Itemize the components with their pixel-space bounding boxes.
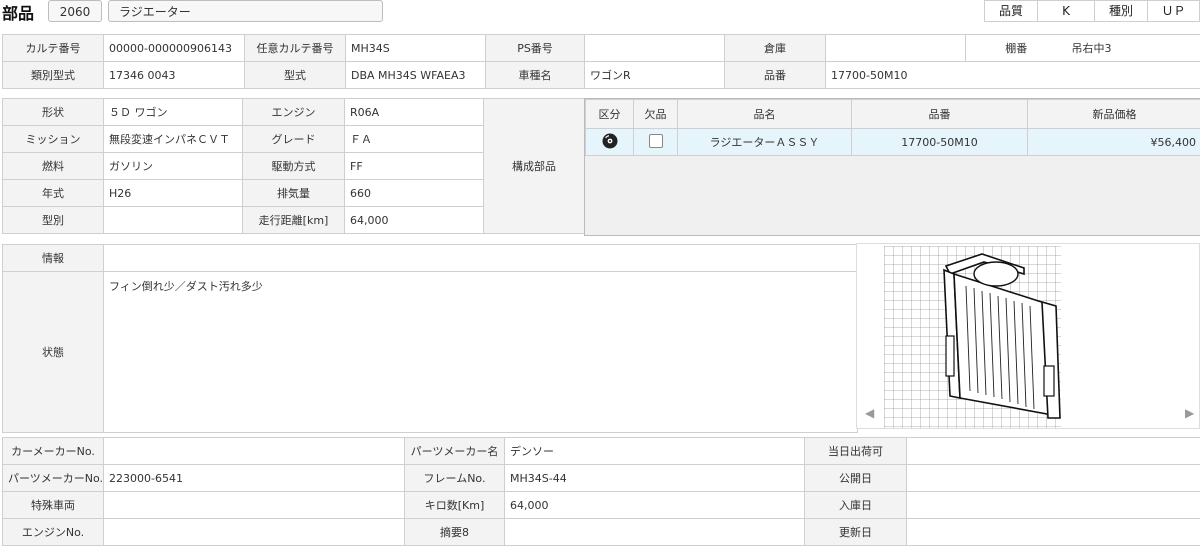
parts-maker-no-label: パーツメーカーNo. [2,464,104,492]
part-number-label: 品番 [724,61,826,89]
fuel-value: ガソリン [103,152,243,180]
quality-value: K [1037,0,1095,22]
radiator-image[interactable] [884,246,1061,428]
ps-number-value [584,34,725,62]
components-label: 構成部品 [483,98,585,234]
frame-no-label: フレームNo. [404,464,505,492]
col-part-name: 品名 [677,99,852,129]
prev-image-button[interactable]: ◀ [865,406,874,420]
grade-label: グレード [242,125,345,153]
engine-value: R06A [344,98,484,126]
kind-value: ＵＰ [1147,0,1200,22]
publish-date-label: 公開日 [804,464,907,492]
table-row[interactable]: ラジエーターＡＳＳＹ 17700-50M10 ¥56,400 [585,128,1200,156]
custom-card-number-value: MH34S [345,34,486,62]
card-number-value: 00000-000000906143 [103,34,245,62]
special-vehicle-value [103,491,405,519]
disc-icon [585,128,634,156]
warehouse-value [825,34,966,62]
transmission-value: 無段変速インパネＣＶＴ [103,125,243,153]
part-code-field[interactable]: 2060 [48,0,102,22]
year-label: 年式 [2,179,104,207]
col-new-price: 新品価格 [1027,99,1200,129]
col-missing: 欠品 [633,99,678,129]
shape-label: 形状 [2,98,104,126]
missing-checkbox[interactable] [633,128,678,156]
mileage-label: 走行距離[km] [242,206,345,234]
vehicle-info-table: 形状 ５Ｄ ワゴン エンジン R06A 構成部品 ミッション 無段変速インパネＣ… [2,98,585,234]
notes-table: 情報 状態 フィン倒れ少／ダスト汚れ多少 [2,244,858,433]
components-table: 区分 欠品 品名 品番 新品価格 ラジエーターＡＳＳＹ 17700-50M10 … [585,99,1200,156]
same-day-ship-label: 当日出荷可 [804,437,907,465]
part-image-viewer: ◀ ▶ [856,243,1200,429]
car-maker-no-label: カーメーカーNo. [2,437,104,465]
shelf-value: 吊右中3 [1066,34,1200,62]
type-code-value: 17346 0043 [103,61,245,89]
part-number-cell: 17700-50M10 [851,128,1028,156]
arrival-date-value [906,491,1200,519]
page-title: 部品 [2,4,35,23]
shape-value: ５Ｄ ワゴン [103,98,243,126]
part-name-field[interactable]: ラジエーター [108,0,383,22]
drive-label: 駆動方式 [242,152,345,180]
warehouse-label: 倉庫 [724,34,826,62]
shelf-label: 棚番 [965,34,1067,62]
displacement-label: 排気量 [242,179,345,207]
kind-label: 種別 [1094,0,1148,22]
parts-maker-name-label: パーツメーカー名 [404,437,505,465]
new-price-cell: ¥56,400 [1027,128,1200,156]
type-value [103,206,243,234]
frame-no-value: MH34S-44 [504,464,805,492]
engine-no-label: エンジンNo. [2,518,104,546]
car-maker-no-value [103,437,405,465]
model-label: 型式 [244,61,346,89]
engine-label: エンジン [242,98,345,126]
card-number-label: カルテ番号 [2,34,104,62]
grade-value: ＦＡ [344,125,484,153]
update-date-label: 更新日 [804,518,907,546]
components-panel: 区分 欠品 品名 品番 新品価格 ラジエーターＡＳＳＹ 17700-50M10 … [584,98,1200,236]
displacement-value: 660 [344,179,484,207]
info-value[interactable] [103,244,858,272]
car-name-value: ワゴンR [584,61,725,89]
type-label: 型別 [2,206,104,234]
arrival-date-label: 入庫日 [804,491,907,519]
part-name-cell: ラジエーターＡＳＳＹ [677,128,852,156]
car-name-label: 車種名 [485,61,585,89]
model-value: DBA MH34S WFAEA3 [345,61,486,89]
part-number-value: 17700-50M10 [825,61,1200,89]
year-value: H26 [103,179,243,207]
col-category: 区分 [585,99,634,129]
parts-maker-no-value: 223000-6541 [103,464,405,492]
type-code-label: 類別型式 [2,61,104,89]
transmission-label: ミッション [2,125,104,153]
custom-card-number-label: 任意カルテ番号 [244,34,346,62]
mileage-value: 64,000 [344,206,484,234]
update-date-value [906,518,1200,546]
km-value: 64,000 [504,491,805,519]
drive-value: FF [344,152,484,180]
special-vehicle-label: 特殊車両 [2,491,104,519]
summary-label: 摘要8 [404,518,505,546]
info-label: 情報 [2,244,104,272]
km-label: キロ数[Km] [404,491,505,519]
col-part-number: 品番 [851,99,1028,129]
ps-number-label: PS番号 [485,34,585,62]
maker-info-table: カーメーカーNo. パーツメーカー名 デンソー 当日出荷可 パーツメーカーNo.… [2,437,1200,546]
state-label: 状態 [2,271,104,433]
summary-value [504,518,805,546]
state-value[interactable]: フィン倒れ少／ダスト汚れ多少 [103,271,858,433]
parts-maker-name-value: デンソー [504,437,805,465]
fuel-label: 燃料 [2,152,104,180]
publish-date-value [906,464,1200,492]
card-info-table: カルテ番号 00000-000000906143 任意カルテ番号 MH34S P… [2,34,1200,89]
engine-no-value [103,518,405,546]
quality-label: 品質 [984,0,1038,22]
next-image-button[interactable]: ▶ [1185,406,1194,420]
same-day-ship-value [906,437,1200,465]
